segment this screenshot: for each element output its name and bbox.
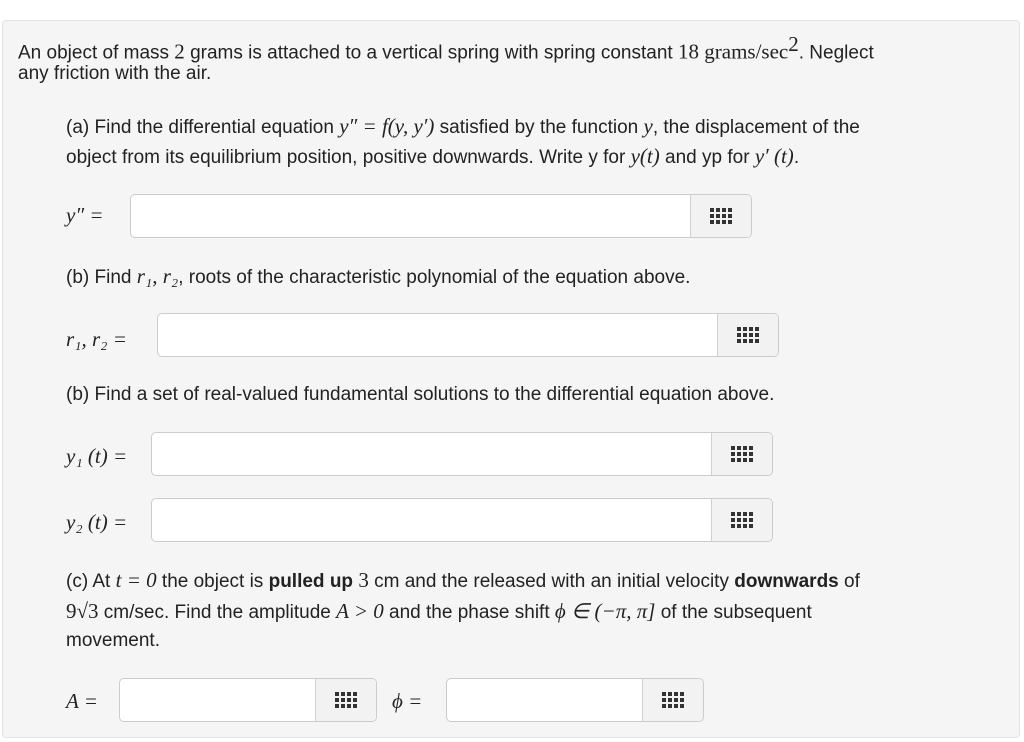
part-b-solutions-line: (b) Find a set of real-valued fundamenta…: [66, 384, 775, 405]
equation-palette-button[interactable]: [711, 499, 772, 541]
equation-palette-button[interactable]: [315, 679, 376, 721]
answer-label-y1: y₁ (t) =: [66, 444, 128, 468]
part-c-line-1: (c) At t = 0 the object is pulled up 3 c…: [66, 568, 860, 592]
answer-field-phase[interactable]: [446, 678, 704, 722]
answer-field-ypp[interactable]: [130, 194, 752, 238]
equation-palette-icon: [731, 512, 753, 528]
equation-palette-icon: [335, 692, 357, 708]
answer-field-amplitude[interactable]: [119, 678, 377, 722]
equation-palette-icon: [731, 446, 753, 462]
part-b-roots-line: (b) Find r₁, r₂, roots of the characteri…: [66, 264, 691, 288]
answer-field-y2[interactable]: [151, 498, 773, 542]
answer-field-roots[interactable]: [157, 313, 779, 357]
equation-palette-icon: [710, 208, 732, 224]
part-c-line-3: movement.: [66, 630, 160, 651]
answer-field-y1[interactable]: [151, 432, 773, 476]
answer-label-y2: y₂ (t) =: [66, 510, 128, 534]
part-a-line-1: (a) Find the differential equation y″ = …: [66, 114, 860, 138]
intro-line-2: any friction with the air.: [18, 63, 212, 84]
equation-palette-button[interactable]: [690, 195, 751, 237]
answer-label-phase: ϕ =: [392, 689, 423, 713]
equation-palette-icon: [737, 327, 759, 343]
equation-palette-button[interactable]: [711, 433, 772, 475]
equation-palette-button[interactable]: [717, 314, 778, 356]
part-c-line-2: 9√3 cm/sec. Find the amplitude A > 0 and…: [66, 599, 812, 623]
equation-palette-icon: [662, 692, 684, 708]
answer-label-roots: r₁, r₂ =: [66, 327, 127, 351]
equation-palette-button[interactable]: [642, 679, 703, 721]
answer-label-ypp: y″ =: [66, 203, 104, 227]
part-a-line-2: object from its equilibrium position, po…: [66, 144, 800, 168]
answer-label-amplitude: A =: [66, 689, 98, 713]
